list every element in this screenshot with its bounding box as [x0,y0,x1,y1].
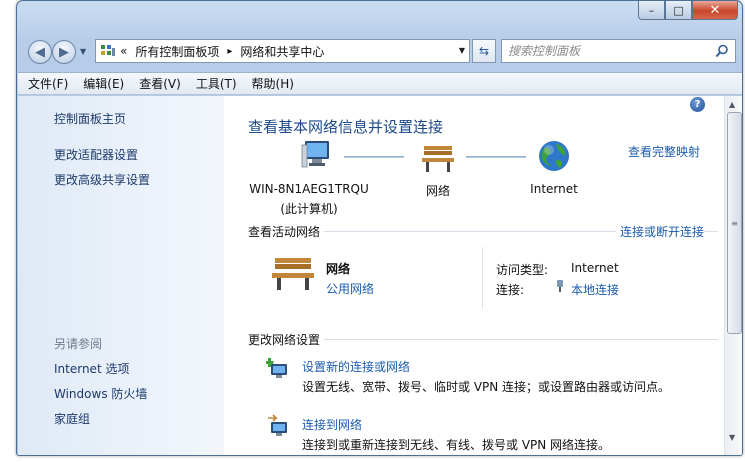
back-button[interactable]: ◀ [28,40,52,64]
active-network-divider [482,247,483,309]
setup-connection-link[interactable]: 设置新的连接或网络 [302,358,410,375]
sidebar-link-adapter-settings[interactable]: 更改适配器设置 [54,146,138,163]
address-chevrons[interactable]: « [120,44,127,58]
search-input[interactable] [508,44,708,58]
new-connection-icon [266,358,287,378]
local-connection-link[interactable]: 本地连接 [571,281,619,298]
network-bench-icon [272,258,314,290]
menu-bar: 文件(F) 编辑(E) 查看(V) 工具(T) 帮助(H) [18,72,742,95]
scroll-down-icon[interactable]: ▼ [729,433,735,442]
control-panel-window: – □ ✕ ◀ ▶ ▼ « 所有控制面板项 ▸ 网络和共享中心 ▼ ⇆ 搜索控制… [16,0,743,456]
caption-buttons: – □ ✕ [638,1,738,20]
link-line-computer-network [344,156,404,158]
connect-network-icon [268,414,287,436]
active-network-name: 网络 [326,262,351,276]
computer-icon [301,141,329,168]
active-networks-heading: 查看活动网络 [248,223,325,240]
computer-node-sublabel: (此计算机) [280,202,338,216]
connect-to-network-desc: 连接到或重新连接到无线、有线、拨号或 VPN 网络连接。 [302,438,611,452]
breadcrumb-all-items[interactable]: 所有控制面板项 [135,43,219,60]
address-dropdown-icon[interactable]: ▼ [459,46,465,55]
sidebar: 控制面板主页 更改适配器设置 更改高级共享设置 另请参阅 Internet 选项… [18,96,224,455]
refresh-button[interactable]: ⇆ [472,39,496,63]
main-panel: ? 查看基本网络信息并设置连接 查看完整映射 WIN-8N1AEG1TRQU (… [224,96,721,455]
address-bar[interactable]: « 所有控制面板项 ▸ 网络和共享中心 ▼ [95,39,470,63]
recent-pages-dropdown[interactable]: ▼ [80,47,86,56]
close-button[interactable]: ✕ [692,1,738,20]
forward-arrow-icon: ▶ [59,44,69,60]
connect-to-network-link[interactable]: 连接到网络 [302,416,362,433]
ethernet-icon [557,280,563,292]
refresh-icon: ⇆ [478,44,490,58]
network-node-label: 网络 [425,184,450,198]
content-area: 控制面板主页 更改适配器设置 更改高级共享设置 另请参阅 Internet 选项… [18,96,742,455]
change-settings-heading: 更改网络设置 [248,331,325,348]
forward-button[interactable]: ▶ [52,40,76,64]
minimize-button[interactable]: – [638,1,665,20]
address-row: ◀ ▶ ▼ « 所有控制面板项 ▸ 网络和共享中心 ▼ ⇆ [25,38,736,64]
sidebar-link-firewall[interactable]: Windows 防火墙 [54,385,147,402]
page-title: 查看基本网络信息并设置连接 [248,118,444,136]
access-type-label: 访问类型: [496,263,549,277]
link-line-network-internet [466,156,526,158]
menu-tools[interactable]: 工具(T) [196,75,237,92]
sidebar-link-home[interactable]: 控制面板主页 [54,110,126,127]
grip-icon: ≡ [731,218,738,228]
vertical-scrollbar[interactable]: ▲ ≡ ▼ [724,96,742,455]
search-icon[interactable] [715,44,729,58]
internet-node-label: Internet [530,182,578,196]
setup-connection-desc: 设置无线、宽带、拨号、临时或 VPN 连接；或设置路由器或访问点。 [302,380,671,394]
network-type-link[interactable]: 公用网络 [326,280,374,297]
see-also-heading: 另请参阅 [54,337,103,351]
menu-view[interactable]: 查看(V) [139,75,181,92]
bench-icon [422,146,454,172]
menu-edit[interactable]: 编辑(E) [83,75,124,92]
help-icon[interactable]: ? [690,97,705,112]
breadcrumb-separator-icon[interactable]: ▸ [227,46,232,57]
sidebar-link-homegroup[interactable]: 家庭组 [54,410,90,427]
scroll-thumb[interactable]: ≡ [727,112,742,334]
connect-disconnect-link[interactable]: 连接或断开连接 [616,223,705,240]
back-arrow-icon: ◀ [35,44,45,60]
access-type-value: Internet [571,261,619,275]
menu-help[interactable]: 帮助(H) [252,75,294,92]
maximize-button[interactable]: □ [665,1,692,20]
search-box[interactable] [501,39,736,63]
menu-file[interactable]: 文件(F) [28,75,68,92]
scroll-up-icon[interactable]: ▲ [729,100,735,109]
breadcrumb-network-center[interactable]: 网络和共享中心 [240,43,324,60]
sidebar-link-internet-options[interactable]: Internet 选项 [54,360,129,377]
computer-node-label: WIN-8N1AEG1TRQU [249,182,369,196]
sidebar-link-advanced-sharing[interactable]: 更改高级共享设置 [54,171,150,188]
globe-icon [539,141,569,171]
view-full-map-link[interactable]: 查看完整映射 [628,143,700,160]
control-panel-icon [101,45,115,56]
connections-label: 连接: [496,283,525,297]
